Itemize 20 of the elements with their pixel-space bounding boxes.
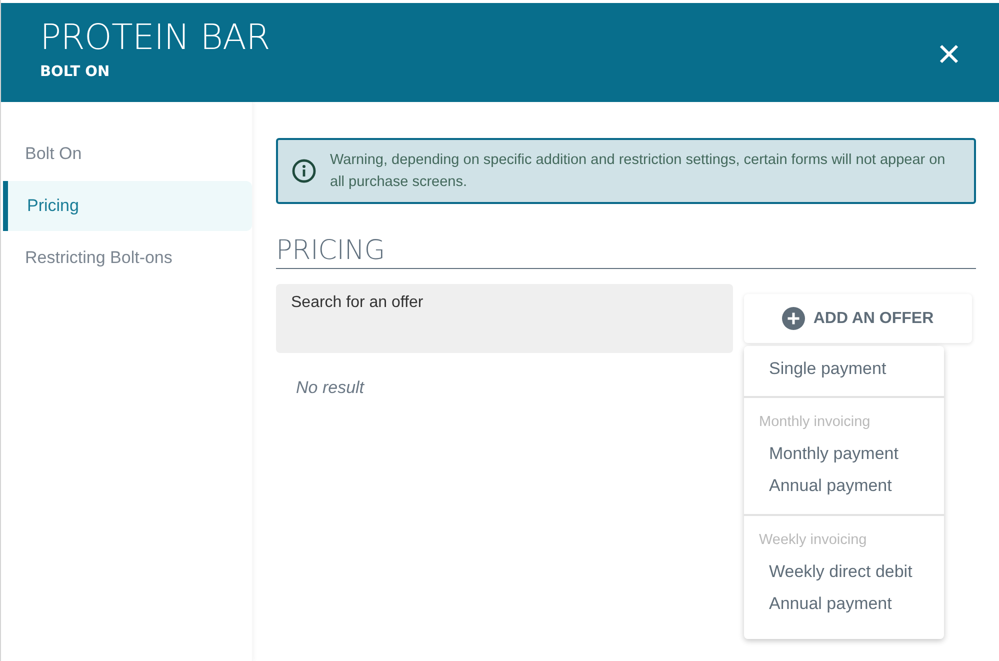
add-offer-button[interactable]: ADD AN OFFER: [744, 294, 972, 343]
menu-item[interactable]: Weekly direct debit: [744, 556, 944, 588]
menu-item[interactable]: Single payment: [744, 353, 944, 385]
menu-group-heading: Monthly invoicing: [758, 413, 872, 432]
page-title: PROTEIN BAR: [40, 18, 270, 58]
warning-text: Warning, depending on specific addition and restriction settings, certain forms will not appear on all purchase screens.: [330, 151, 946, 192]
sidebar-item[interactable]: Bolt On: [1, 129, 252, 179]
plus-icon: [782, 307, 806, 330]
section-title: PRICING: [276, 234, 976, 269]
sidebar-item[interactable]: Pricing: [3, 181, 252, 231]
close-icon[interactable]: [939, 44, 959, 64]
search-field[interactable]: Search for an offer: [276, 284, 733, 353]
menu-item[interactable]: Annual payment: [744, 470, 944, 502]
sidebar-item[interactable]: Restricting Bolt-ons: [1, 233, 252, 283]
info-icon: [292, 159, 316, 183]
page-subtitle: BOLT ON: [40, 63, 111, 81]
menu-item[interactable]: Annual payment: [744, 588, 944, 620]
no-result-message: No result: [295, 379, 366, 397]
menu-item[interactable]: Monthly payment: [744, 438, 944, 470]
menu-group-heading: Weekly invoicing: [758, 531, 868, 550]
